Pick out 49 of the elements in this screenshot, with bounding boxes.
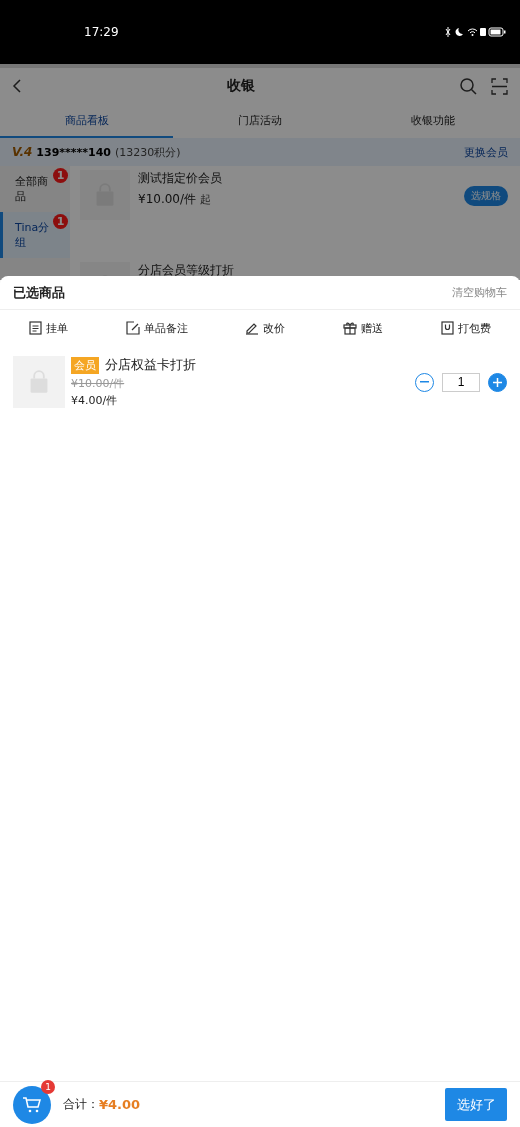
action-button[interactable]: 赠送 — [343, 320, 384, 336]
tab[interactable]: 门店活动 — [173, 104, 347, 138]
status-time: 17:29 — [84, 25, 119, 39]
clear-cart-button[interactable]: 清空购物车 — [452, 285, 507, 300]
category-item[interactable]: Tina分组 1 — [0, 212, 70, 258]
action-button[interactable]: 打包费 — [441, 320, 492, 336]
increase-button[interactable] — [488, 372, 507, 392]
battery-icon — [488, 27, 506, 37]
product-name: 分店会员等级打折 — [138, 262, 235, 279]
confirm-button[interactable]: 选好了 — [445, 1088, 507, 1121]
original-price: ¥10.00/件 — [71, 376, 126, 391]
decrease-button[interactable] — [415, 372, 434, 392]
note-icon — [125, 321, 140, 335]
product-price: ¥10.00/件 起 — [138, 191, 212, 208]
total-label: 合计： — [63, 1096, 99, 1113]
gift-icon — [343, 321, 358, 335]
document-icon — [28, 321, 42, 335]
tab[interactable]: 收银功能 — [346, 104, 520, 138]
scan-icon[interactable] — [491, 77, 508, 95]
member-points: (13230积分) — [115, 144, 181, 160]
moon-icon — [455, 28, 463, 36]
sheet-title: 已选商品 — [13, 283, 65, 302]
count-badge: 1 — [53, 214, 68, 229]
action-button[interactable]: 改价 — [245, 320, 286, 336]
category-item[interactable]: 全部商品 1 — [0, 166, 70, 212]
change-member-link[interactable]: 更换会员 — [464, 144, 508, 160]
product-name: 测试指定价会员 — [138, 170, 223, 187]
search-icon[interactable] — [460, 77, 477, 95]
page-title: 收银 — [227, 77, 255, 95]
member-level: V.4 — [12, 145, 33, 159]
item-name: 分店权益卡打折 — [105, 356, 196, 374]
plus-icon — [493, 377, 502, 387]
action-button[interactable]: 挂单 — [28, 320, 68, 336]
bluetooth-icon — [445, 26, 451, 38]
back-icon[interactable] — [12, 79, 22, 93]
wifi-icon — [467, 28, 478, 36]
total-amount: ¥4.00 — [99, 1097, 141, 1112]
action-button[interactable]: 单品备注 — [125, 320, 188, 336]
member-tag: 会员 — [71, 356, 99, 374]
quantity-field[interactable]: 1 — [442, 372, 480, 392]
cart-icon — [22, 1095, 42, 1114]
sim-icon — [480, 28, 486, 36]
cart-button[interactable] — [13, 1085, 51, 1124]
minus-icon — [420, 381, 429, 383]
item-price: ¥4.00/件 — [71, 393, 119, 408]
cart-count-badge: 1 — [41, 1079, 55, 1094]
count-badge: 1 — [53, 168, 68, 183]
member-phone: 139*****140 — [36, 145, 111, 159]
pencil-icon — [245, 321, 260, 335]
